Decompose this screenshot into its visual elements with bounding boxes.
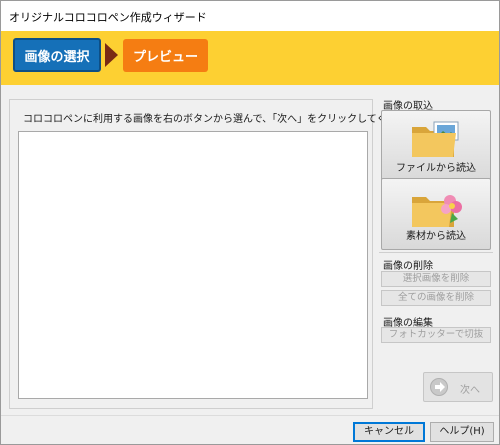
delete-all-button[interactable]: 全ての画像を削除 — [381, 290, 491, 306]
delete-section-label: 画像の削除 — [383, 261, 433, 272]
folder-flower-icon — [412, 195, 462, 227]
help-button[interactable]: ヘルプ(H) — [430, 422, 494, 442]
next-button[interactable]: 次へ — [423, 372, 493, 402]
wizard-window: オリジナルコロコロペン作成ウィザード 画像の選択 プレビュー コロコロペンに利用… — [0, 0, 500, 445]
section-divider — [379, 252, 493, 253]
window-title: オリジナルコロコロペン作成ウィザード — [9, 11, 207, 24]
load-from-material-button[interactable]: 素材から読込 — [381, 178, 491, 250]
arrow-right-circle-icon — [430, 378, 448, 396]
load-from-material-label: 素材から読込 — [406, 231, 466, 242]
step-preview: プレビュー — [123, 39, 208, 72]
next-button-label: 次へ — [460, 385, 480, 396]
title-bar: オリジナルコロコロペン作成ウィザード — [1, 1, 499, 31]
load-from-file-label: ファイルから読込 — [396, 163, 476, 174]
instruction-text: コロコロペンに利用する画像を右のボタンから選んで、「次へ」をクリックしてください… — [23, 114, 427, 125]
footer-divider — [1, 415, 499, 416]
cancel-button[interactable]: キャンセル — [353, 422, 425, 442]
photo-cutter-button[interactable]: フォトカッターで切抜 — [381, 327, 491, 343]
image-preview-area[interactable] — [18, 131, 368, 399]
delete-selected-button[interactable]: 選択画像を削除 — [381, 271, 491, 287]
load-from-file-button[interactable]: ファイルから読込 — [381, 110, 491, 182]
step-select-image: 画像の選択 — [13, 38, 101, 72]
folder-image-icon — [412, 121, 459, 157]
step-arrow-icon — [105, 43, 118, 67]
